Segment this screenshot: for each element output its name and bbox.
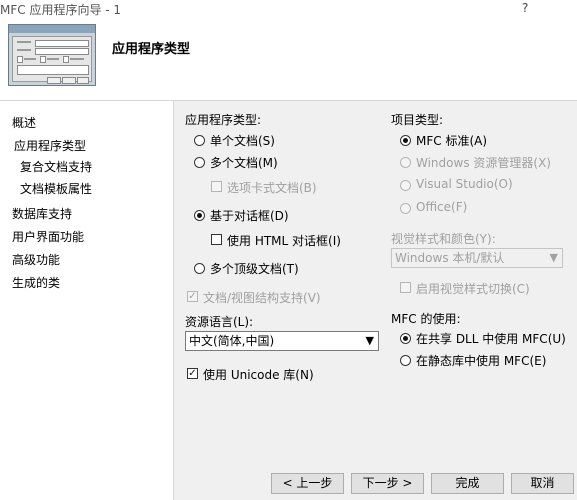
radio-multiple-documents[interactable]	[194, 157, 205, 168]
chevron-down-icon: ▼	[365, 334, 374, 347]
project-type-label: 项目类型:	[391, 113, 444, 127]
visual-style-label: 视觉样式和颜色(Y):	[391, 232, 496, 246]
chevron-down-icon: ▼	[549, 251, 558, 264]
html-dialog-label[interactable]: 使用 HTML 对话框(I)	[227, 232, 341, 249]
office-label: Office(F)	[416, 200, 468, 214]
tabbed-documents-label: 选项卡式文档(B)	[227, 181, 317, 195]
mfc-standard-label[interactable]: MFC 标准(A)	[416, 132, 487, 149]
multiple-documents-label[interactable]: 多个文档(M)	[210, 154, 278, 171]
radio-office[interactable]	[400, 203, 411, 214]
windows-explorer-label: Windows 资源管理器(X)	[416, 156, 551, 170]
nav-item-advanced-features[interactable]: 高级功能	[12, 251, 60, 268]
radio-windows-explorer[interactable]	[400, 157, 411, 168]
static-library-label[interactable]: 在静态库中使用 MFC(E)	[416, 352, 546, 369]
wizard-footer: < 上一步 下一步 > 完成 取消	[173, 458, 577, 500]
nav-item-database-support[interactable]: 数据库支持	[12, 205, 72, 222]
radio-visual-studio[interactable]	[400, 180, 411, 191]
visual-style-switch-label: 启用视觉样式切换(C)	[416, 282, 530, 296]
mfc-use-label: MFC 的使用:	[391, 312, 461, 326]
visual-studio-label: Visual Studio(O)	[416, 177, 513, 191]
radio-mfc-standard[interactable]	[400, 135, 411, 146]
doc-view-label: 文档/视图结构支持(V)	[203, 291, 321, 305]
checkbox-doc-view[interactable]: ✓	[187, 291, 198, 302]
app-type-label: 应用程序类型:	[185, 113, 262, 127]
shared-dll-label[interactable]: 在共享 DLL 中使用 MFC(U)	[416, 330, 566, 347]
nav-item-compound-document[interactable]: 复合文档支持	[20, 158, 92, 175]
multiple-top-level-label[interactable]: 多个顶级文档(T)	[210, 260, 299, 277]
nav-item-document-template[interactable]: 文档模板属性	[20, 180, 92, 197]
wizard-content: 应用程序类型: 单个文档(S) 多个文档(M) 选项卡式文档(B) 基于对话框(…	[173, 101, 577, 458]
cancel-button[interactable]: 取消	[511, 473, 574, 494]
resource-language-value: 中文(简体,中国)	[189, 334, 275, 348]
dialog-preview-image	[8, 24, 96, 86]
next-button[interactable]: 下一步 >	[351, 473, 424, 494]
page-title: 应用程序类型	[112, 42, 191, 57]
checkbox-unicode[interactable]: ✓	[187, 368, 198, 379]
visual-style-select[interactable]: Windows 本机/默认 ▼	[391, 248, 563, 268]
finish-button[interactable]: 完成	[431, 473, 504, 494]
prev-button[interactable]: < 上一步	[271, 473, 344, 494]
checkbox-html-dialog[interactable]	[211, 234, 222, 245]
nav-item-generated-classes[interactable]: 生成的类	[12, 274, 60, 291]
checkmark-icon: ✓	[188, 291, 197, 302]
radio-static-library[interactable]	[400, 355, 411, 366]
wizard-header: 应用程序类型	[0, 18, 577, 101]
visual-style-value: Windows 本机/默认	[395, 251, 505, 265]
window-title: MFC 应用程序向导 - 1	[0, 3, 122, 17]
nav-item-application-type[interactable]: 应用程序类型	[14, 137, 86, 154]
checkmark-icon: ✓	[188, 368, 197, 379]
radio-dialog-based[interactable]	[194, 210, 205, 221]
title-bar: MFC 应用程序向导 - 1 ?	[0, 0, 577, 18]
resource-language-select[interactable]: 中文(简体,中国) ▼	[185, 331, 379, 351]
resource-language-label: 资源语言(L):	[185, 315, 254, 329]
dialog-based-label[interactable]: 基于对话框(D)	[210, 207, 289, 224]
checkbox-visual-style-switch[interactable]	[400, 282, 411, 293]
help-button[interactable]: ?	[522, 1, 528, 15]
single-document-label[interactable]: 单个文档(S)	[210, 132, 275, 149]
radio-single-document[interactable]	[194, 135, 205, 146]
nav-item-user-interface[interactable]: 用户界面功能	[12, 228, 84, 245]
unicode-label[interactable]: 使用 Unicode 库(N)	[203, 366, 314, 383]
nav-item-overview[interactable]: 概述	[12, 114, 36, 131]
wizard-nav: 概述 应用程序类型 复合文档支持 文档模板属性 数据库支持 用户界面功能 高级功…	[0, 101, 172, 500]
radio-multiple-top-level[interactable]	[194, 263, 205, 274]
checkbox-tabbed-documents[interactable]	[211, 181, 222, 192]
radio-shared-dll[interactable]	[400, 333, 411, 344]
